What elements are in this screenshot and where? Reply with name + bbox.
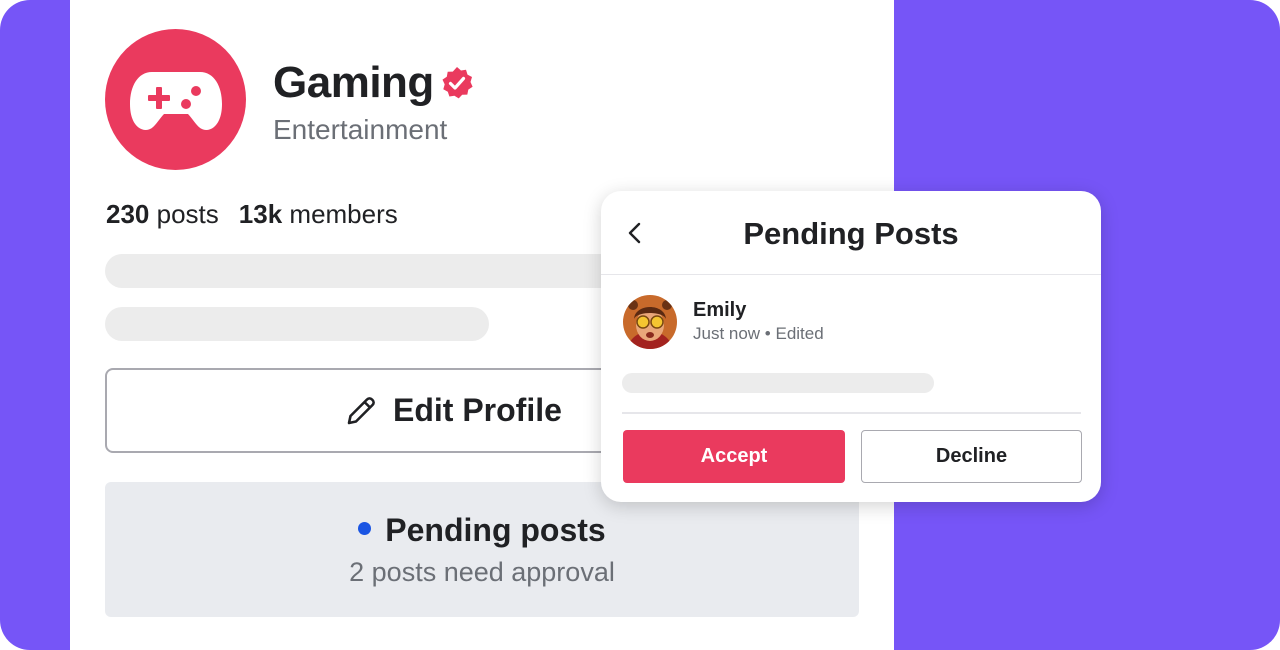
placeholder-line — [105, 254, 665, 288]
modal-title: Pending Posts — [743, 216, 959, 251]
posts-count: 230 — [106, 199, 150, 229]
pending-posts-card[interactable]: Pending posts 2 posts need approval — [105, 482, 859, 617]
post-author: Emily — [693, 299, 747, 321]
group-stats: 230 posts 13k members — [106, 199, 398, 230]
status-dot — [358, 522, 372, 536]
edit-profile-button[interactable]: Edit Profile — [105, 368, 665, 453]
pencil-icon — [347, 396, 375, 424]
edit-profile-label: Edit Profile — [393, 392, 562, 428]
avatar — [623, 295, 677, 349]
user-photo — [623, 295, 677, 349]
pending-posts-title-row: Pending posts — [105, 512, 859, 549]
verified-badge-icon — [442, 67, 473, 99]
pending-posts-subtitle: 2 posts need approval — [349, 557, 615, 587]
posts-label: posts — [156, 199, 219, 229]
group-title-row: Gaming — [273, 58, 474, 108]
post-meta: Just now • Edited — [693, 324, 824, 343]
modal-header: Pending Posts — [601, 191, 1101, 275]
pending-posts-title: Pending posts — [385, 512, 606, 548]
members-count: 13k — [238, 199, 283, 229]
gamepad-icon — [129, 71, 222, 130]
members-stat: 13k members — [239, 199, 398, 230]
group-avatar — [105, 29, 246, 170]
members-label: members — [289, 199, 398, 229]
placeholder-line — [105, 307, 489, 341]
divider — [622, 412, 1081, 414]
group-name: Gaming — [273, 58, 434, 107]
post-content-placeholder — [622, 373, 934, 393]
decline-button[interactable]: Decline — [861, 430, 1082, 483]
accept-button[interactable]: Accept — [623, 430, 845, 483]
posts-stat: 230 posts — [106, 199, 219, 230]
group-category: Entertainment — [273, 114, 448, 145]
pending-posts-modal: Pending Posts Emily Just now • Edited Ac… — [601, 191, 1101, 502]
